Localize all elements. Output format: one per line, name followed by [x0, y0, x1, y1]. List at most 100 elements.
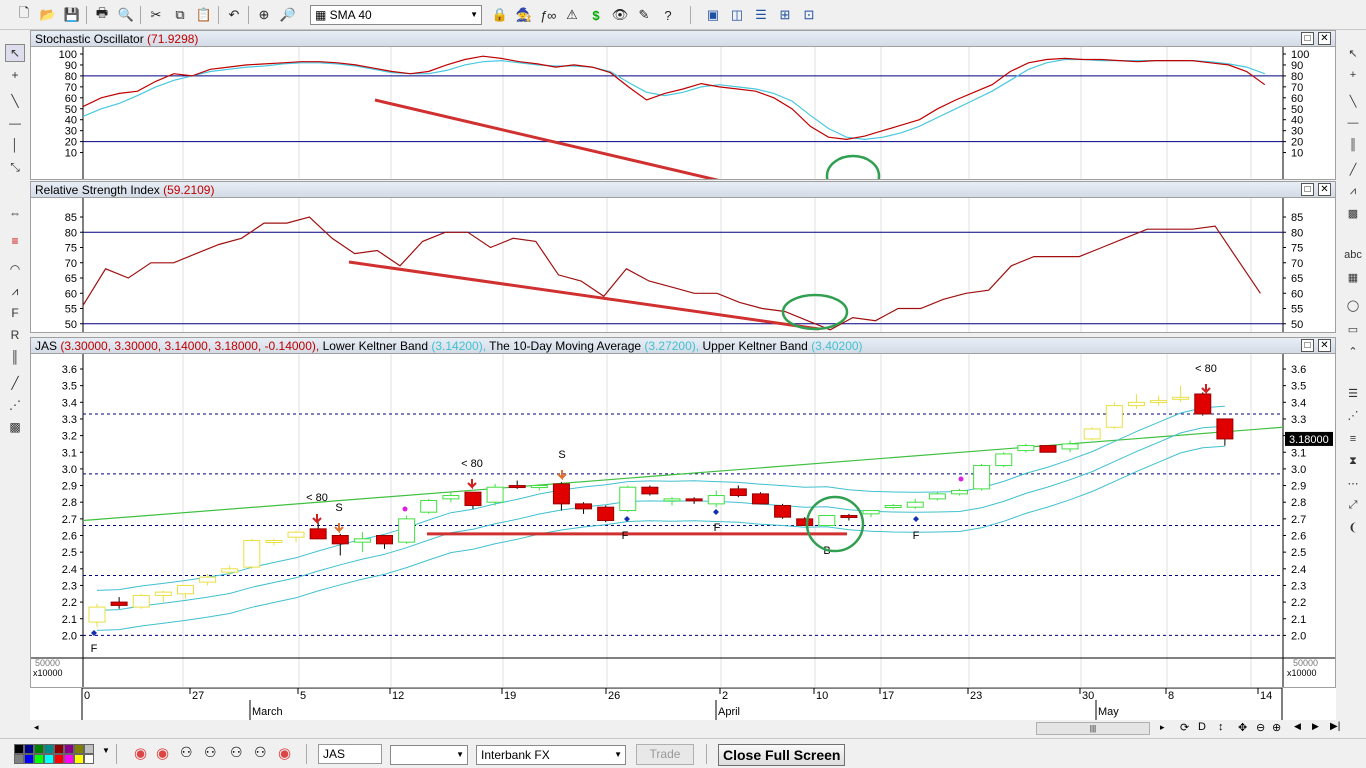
close-button[interactable]: ✕	[1318, 32, 1331, 45]
period-select[interactable]: ▼	[390, 745, 468, 765]
end-icon[interactable]: ▶|	[1330, 721, 1340, 732]
color-swatch[interactable]	[84, 744, 94, 754]
arrange-icon[interactable]: ⊡	[799, 5, 819, 25]
fibonacci-icon[interactable]: ⤢	[1343, 496, 1363, 514]
line-tool-icon[interactable]: ╱	[5, 374, 25, 392]
help-icon[interactable]: ?	[658, 5, 678, 25]
scroll-left-icon[interactable]: ◂	[34, 722, 39, 733]
save-icon[interactable]: 💾	[62, 5, 82, 25]
binoculars-icon[interactable]: ⚇	[254, 744, 267, 761]
close-full-screen-button[interactable]: Close Full Screen	[718, 744, 846, 766]
color-swatch[interactable]	[24, 754, 34, 764]
binoculars-icon[interactable]: 👁	[610, 5, 630, 25]
maximize-button[interactable]: □	[1301, 183, 1314, 196]
gann-fan-icon[interactable]: ⋰	[1343, 406, 1363, 424]
cut-icon[interactable]: ✂	[146, 5, 166, 25]
zoom-out-icon[interactable]: ⊖	[1256, 721, 1265, 734]
fan-icon[interactable]: ⩘	[5, 282, 25, 300]
alert-icon[interactable]: ⚠	[562, 5, 582, 25]
open-folder-icon[interactable]: 📂	[38, 5, 58, 25]
edit-icon[interactable]: ✎	[634, 5, 654, 25]
dollar-icon[interactable]: $	[586, 5, 606, 25]
arc-icon[interactable]: ◠	[5, 260, 25, 278]
color-swatch[interactable]	[64, 744, 74, 754]
step-forward-icon[interactable]: ▶	[1312, 721, 1319, 732]
color-swatch[interactable]	[54, 754, 64, 764]
browser-icon[interactable]: ◉	[156, 744, 169, 762]
function-icon[interactable]: ƒ∞	[538, 5, 558, 25]
scroll-icon[interactable]: ⇔	[5, 204, 25, 222]
tile-horizontal-icon[interactable]: ☰	[751, 5, 771, 25]
print-preview-icon[interactable]: 🔍	[116, 5, 136, 25]
fibonacci-icon[interactable]: F	[5, 304, 25, 322]
color-swatch[interactable]	[44, 744, 54, 754]
horizontal-line-icon[interactable]: —	[1343, 114, 1363, 132]
maximize-button[interactable]: □	[1301, 32, 1314, 45]
expert-icon[interactable]: 🧙	[514, 5, 534, 25]
retracement-icon[interactable]: ⋯	[1343, 474, 1363, 492]
pointer-icon[interactable]: ↖	[5, 44, 25, 62]
ellipse-icon[interactable]: ◯	[1343, 296, 1363, 314]
color-swatch[interactable]	[14, 744, 24, 754]
refresh-icon[interactable]: ⟳	[1180, 721, 1189, 734]
line-tool-icon[interactable]: ╱	[1343, 160, 1363, 178]
browser-icon[interactable]: ◉	[278, 744, 291, 762]
speed-lines-icon[interactable]: ☰	[1343, 384, 1363, 402]
text-tool-icon[interactable]: abc	[1343, 246, 1363, 264]
grid-tool-icon[interactable]: ▩	[1343, 204, 1363, 222]
indicator-select[interactable]: ▦ SMA 40 ▼	[310, 5, 482, 25]
crosshair-icon[interactable]: ⊕	[254, 5, 274, 25]
new-file-icon[interactable]: 🗋	[14, 5, 34, 25]
tile-vertical-icon[interactable]: ◫	[727, 5, 747, 25]
color-swatch[interactable]	[34, 754, 44, 764]
horizontal-scrollbar[interactable]: |||	[1036, 722, 1150, 735]
browser-icon[interactable]: ◉	[134, 744, 147, 762]
rectangle-icon[interactable]: ▭	[1343, 320, 1363, 338]
color-swatch[interactable]	[84, 754, 94, 764]
move-icon[interactable]: ✥	[1238, 721, 1247, 734]
binoculars-icon[interactable]: ⚇	[230, 744, 243, 761]
zoom-in-icon[interactable]: ⊕	[1272, 721, 1281, 734]
step-back-icon[interactable]: ◀	[1294, 721, 1301, 732]
channel-icon[interactable]: ≡	[1343, 430, 1363, 448]
color-swatch[interactable]	[74, 754, 84, 764]
symbol-input[interactable]: JAS	[318, 744, 382, 764]
close-button[interactable]: ✕	[1318, 339, 1331, 352]
close-button[interactable]: ✕	[1318, 183, 1331, 196]
grid-tool-icon[interactable]: ▩	[5, 418, 25, 436]
print-icon[interactable]: 🖶	[92, 5, 112, 25]
color-swatch[interactable]	[74, 744, 84, 754]
feed-select[interactable]: Interbank FX ▼	[476, 745, 626, 765]
color-swatch[interactable]	[34, 744, 44, 754]
crosshair-tool-icon[interactable]: +	[5, 66, 25, 84]
channel-icon[interactable]: ≡	[5, 232, 25, 250]
horizontal-line-icon[interactable]: —	[5, 114, 25, 132]
binoculars-icon[interactable]: ⚇	[204, 744, 217, 761]
undo-icon[interactable]: ↶	[224, 5, 244, 25]
fan-icon[interactable]: ⩘	[1343, 182, 1363, 200]
tile-grid-icon[interactable]: ⊞	[775, 5, 795, 25]
lock-icon[interactable]: 🔒	[490, 5, 510, 25]
copy-icon[interactable]: ⧉	[170, 5, 190, 25]
color-swatch[interactable]	[54, 744, 64, 754]
cycle-lines-icon[interactable]: ║	[5, 348, 25, 366]
chevron-down-icon[interactable]: ▼	[102, 746, 110, 755]
binoculars-icon[interactable]: ⚇	[180, 744, 193, 761]
cycle-lines-icon[interactable]: ║	[1343, 136, 1363, 154]
zoom-icon[interactable]: 🔎	[278, 5, 298, 25]
arrow-up-icon[interactable]: ⌃	[1343, 342, 1363, 360]
rsi-pane[interactable]: Relative Strength Index (59.2109) □ ✕ 85…	[30, 181, 1336, 333]
trade-button[interactable]: Trade	[636, 744, 694, 765]
crosshair-tool-icon[interactable]: +	[1343, 66, 1363, 84]
pointer-icon[interactable]: ↖	[1343, 44, 1363, 62]
price-pane[interactable]: JAS (3.30000, 3.30000, 3.14000, 3.18000,…	[30, 337, 1336, 688]
trendline-icon[interactable]: ╲	[5, 92, 25, 110]
ray-icon[interactable]: ⤡	[5, 158, 25, 176]
cycle-icon[interactable]: ⧗	[1343, 452, 1363, 470]
color-swatch[interactable]	[64, 754, 74, 764]
color-palette[interactable]	[14, 744, 98, 764]
gann-fan-icon[interactable]: ⋰	[5, 396, 25, 414]
retracement-icon[interactable]: R	[5, 326, 25, 344]
color-swatch[interactable]	[14, 754, 24, 764]
date-mode-icon[interactable]: D	[1198, 721, 1206, 733]
